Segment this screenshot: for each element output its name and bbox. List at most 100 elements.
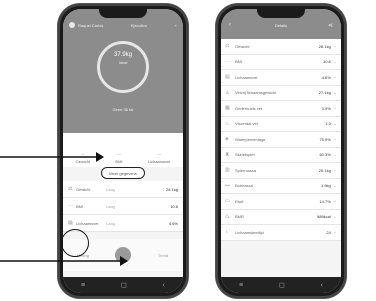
- bone-icon: ⊷: [225, 182, 230, 189]
- item-name: Botmassa: [235, 183, 253, 189]
- weight-ring: [97, 41, 149, 93]
- list-item[interactable]: ▭ Eiwit 14.7% ⌄: [221, 194, 341, 210]
- water-icon: ◈: [225, 136, 229, 143]
- chevron-down-icon[interactable]: ⌄: [333, 43, 337, 49]
- ring-value: 37.9kg: [113, 52, 132, 58]
- chevron-down-icon[interactable]: ⌄: [333, 214, 337, 220]
- menu-icon[interactable]: ≡: [81, 282, 85, 289]
- avatar[interactable]: [69, 22, 75, 28]
- chevron-down-icon[interactable]: ⌄: [333, 229, 337, 235]
- list-item[interactable]: ♁ Lichaamsleeftijd 24 ⌄: [221, 225, 341, 241]
- ring-label: Ideal: [118, 60, 128, 65]
- item-name: Vetvrij lichaamsgewicht: [235, 90, 277, 96]
- item-name: BMI: [235, 59, 243, 65]
- list-item[interactable]: ⊷ Botmassa 1.9kg ⌄: [221, 179, 341, 194]
- list-item[interactable]: ▦ Onderhuids vet 3.9% ⌄: [221, 101, 341, 117]
- chevron-down-icon[interactable]: ⌄: [333, 74, 337, 80]
- scale-icon: ⚖: [225, 43, 230, 50]
- arrow-to-more-button: [0, 152, 104, 162]
- measurement-list: ⚖ Gewicht Laag 28.1kg ⋯ BMI Laag 10.6 ▤ …: [63, 181, 183, 232]
- chevron-down-icon[interactable]: ⌄: [333, 198, 337, 204]
- chevron-down-icon[interactable]: ⌄: [333, 121, 337, 127]
- home-icon[interactable]: ◻: [121, 281, 127, 289]
- list-item[interactable]: ⚖ Gewicht Laag 28.1kg: [63, 181, 183, 198]
- item-value: 10.6: [323, 59, 331, 65]
- list-item[interactable]: ▥ Spiermassa 25.1kg ⌄: [221, 163, 341, 179]
- row-name: Lichaamsvet: [76, 220, 99, 226]
- row-value: 4.6%: [168, 220, 178, 226]
- phone-notch: [99, 9, 147, 18]
- list-item[interactable]: ◈ Waterpercentage 75.5% ⌄: [221, 132, 341, 148]
- row-name: Gewicht: [76, 186, 91, 192]
- list-item[interactable]: ⋯ BMI 10.6 ⌄: [221, 55, 341, 70]
- home-icon[interactable]: ◻: [279, 281, 285, 289]
- list-item[interactable]: ♙ Vetvrij lichaamsgewicht 27.1kg ⌄: [221, 86, 341, 101]
- item-name: Lichaamsvet: [235, 74, 258, 80]
- chevron-down-icon[interactable]: ⌄: [333, 105, 337, 111]
- list-item[interactable]: ♨ Visceraal vet 1.0 ⌄: [221, 117, 341, 132]
- item-value: 14.7%: [319, 198, 331, 204]
- back-icon[interactable]: ‹: [163, 282, 165, 289]
- right-screen: ‹ Details ⋖ ⚖ Gewicht 28.1kg ⌄ ⋯ BMI 10.6 ⌄ ▤ Lic…: [221, 9, 341, 293]
- scale-icon: ⚖: [68, 186, 73, 192]
- item-value: 28.1kg: [318, 43, 331, 49]
- more-data-button[interactable]: Meer gegevens: [101, 167, 145, 179]
- right-phone: ‹ Details ⋖ ⚖ Gewicht 28.1kg ⌄ ⋯ BMI 10.6 ⌄ ▤ Lic…: [216, 4, 346, 298]
- metric-fat[interactable]: — Lichaamsvet: [148, 151, 170, 164]
- item-value: 3.9%: [321, 105, 331, 111]
- item-name: Visceraal vet: [235, 121, 258, 127]
- row-status: Laag: [106, 186, 115, 192]
- age-icon: ♁: [225, 229, 229, 236]
- subfat-icon: ♙: [225, 89, 230, 96]
- visceral-icon: ♨: [225, 120, 230, 127]
- share-icon[interactable]: ⋖: [328, 22, 333, 29]
- highlight-circle: [61, 229, 89, 257]
- back-icon[interactable]: ‹: [321, 282, 323, 289]
- phone-notch: [257, 9, 305, 18]
- chevron-down-icon[interactable]: ⌄: [333, 90, 337, 96]
- item-value: 1.9kg: [321, 183, 331, 189]
- item-value: 25.1kg: [318, 167, 331, 173]
- chevron-down-icon[interactable]: ⌄: [333, 136, 337, 142]
- item-name: Waterpercentage: [235, 136, 266, 142]
- bmi-icon: ⋯: [225, 58, 230, 65]
- system-nav-bar: ≡ ◻ ‹: [63, 277, 183, 293]
- list-item[interactable]: ⚖ Gewicht 28.1kg ⌄: [221, 39, 341, 55]
- mode-label[interactable]: Ejecutivo: [131, 23, 147, 28]
- muscle-icon: ♜: [225, 151, 230, 158]
- metric-bmi[interactable]: — BMI: [115, 151, 122, 164]
- tab-trend[interactable]: Trend: [155, 247, 171, 263]
- chevron-down-icon[interactable]: ⌄: [333, 167, 337, 173]
- item-name: Onderhuids vet: [235, 105, 263, 111]
- item-name: BMR: [235, 214, 244, 220]
- bmi-icon: ⋯: [68, 203, 73, 209]
- chevron-down-icon[interactable]: ⌄: [333, 59, 337, 65]
- item-value: 986kcal: [317, 214, 331, 220]
- item-value: 4.6%: [321, 74, 331, 80]
- metric-label: BMI: [115, 159, 123, 164]
- item-name: Gewicht: [235, 43, 250, 49]
- chevron-down-icon[interactable]: ⌄: [333, 183, 337, 189]
- add-icon[interactable]: +: [175, 23, 177, 28]
- list-item[interactable]: ♜ Skeletspier 60.3% ⌄: [221, 148, 341, 163]
- row-status: Laag: [106, 220, 115, 226]
- summary-hero: Raquel Carlos Ejecutivo + 37.9kg Ideal G…: [63, 9, 183, 133]
- list-item[interactable]: ▤ Lichaamsvet 4.6% ⌄: [221, 70, 341, 86]
- protein-icon: ▭: [225, 198, 230, 205]
- chevron-down-icon[interactable]: ⌄: [333, 152, 337, 158]
- subcutaneous-icon: ▦: [225, 105, 230, 112]
- list-item[interactable]: ♺ BMR 986kcal ⌄: [221, 210, 341, 225]
- measure-date: Geen 36 fat: [112, 107, 134, 112]
- item-value: 27.1kg: [318, 90, 331, 96]
- item-name: Skeletspier: [235, 152, 255, 158]
- row-name: BMI: [76, 203, 84, 209]
- menu-icon[interactable]: ≡: [239, 282, 243, 289]
- row-value: 10.6: [170, 203, 178, 209]
- item-name: Eiwit: [235, 198, 244, 204]
- details-list: ⚖ Gewicht 28.1kg ⌄ ⋯ BMI 10.6 ⌄ ▤ Lichaamsvet 4.6%…: [221, 39, 341, 241]
- left-header: Raquel Carlos Ejecutivo +: [69, 22, 177, 28]
- page-title: Details: [274, 23, 288, 28]
- list-item[interactable]: ⋯ BMI Laag 10.6: [63, 198, 183, 215]
- metric-value: —: [157, 151, 162, 156]
- system-nav-bar: ≡ ◻ ‹: [221, 277, 341, 293]
